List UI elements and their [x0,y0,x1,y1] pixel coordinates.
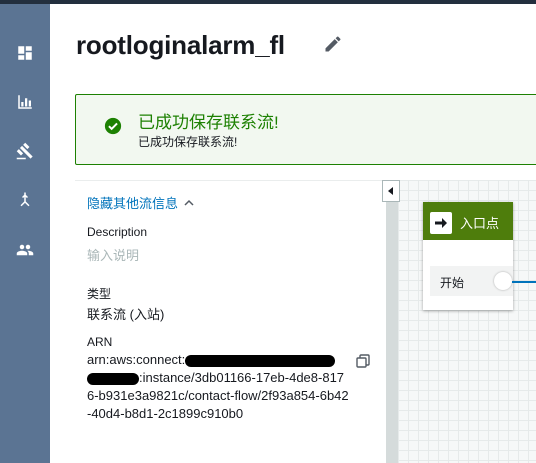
entry-point-block[interactable]: 入口点 开始 [423,202,513,310]
branch-label: 开始 [440,276,465,290]
start-branch: 开始 [430,266,513,296]
block-header: 入口点 [423,202,513,240]
sidebar [0,4,50,463]
description-label: Description [87,225,148,239]
redaction-mark [185,354,336,367]
redaction-mark [87,372,139,385]
page-title: rootloginalarm_fl [76,30,285,60]
block-title: 入口点 [460,216,500,231]
bar-chart-icon[interactable] [13,90,37,114]
dashboard-icon[interactable] [13,41,37,65]
alert-title: 已成功保存联系流! [138,113,279,132]
collapse-panel-button[interactable] [382,180,400,202]
panel-scrollbar[interactable] [386,180,398,463]
success-alert: 已成功保存联系流! 已成功保存联系流! [75,94,536,165]
chevron-up-icon [184,199,194,206]
caret-left-icon [388,187,393,195]
toggle-label: 隐藏其他流信息 [87,196,179,211]
arn-value: arn:aws:connect::instance/3db01166-17eb-… [87,351,349,423]
routing-icon[interactable] [13,188,37,212]
type-value: 联系流 (入站) [87,307,165,322]
description-input[interactable]: 输入说明 [87,245,139,264]
arn-label: ARN [87,335,113,349]
arrow-right-icon [430,212,452,234]
copy-icon[interactable] [355,353,371,369]
pencil-icon[interactable] [323,34,345,56]
alert-message: 已成功保存联系流! [138,135,238,149]
branch-connector-handle[interactable] [494,272,512,290]
flow-connector-line [512,281,536,283]
type-label: 类型 [87,287,112,301]
check-circle-icon [104,117,122,135]
arn-prefix: arn:aws:connect: [87,352,186,367]
main-content: rootloginalarm_fl 已成功保存联系流! 已成功保存联系流! 隐藏… [50,4,536,463]
gavel-icon[interactable] [13,139,37,163]
flow-info-panel: 隐藏其他流信息 Description 输入说明 类型 联系流 (入站) ARN… [75,180,386,463]
users-icon[interactable] [13,238,37,262]
hide-flow-info-toggle[interactable]: 隐藏其他流信息 [87,193,194,212]
